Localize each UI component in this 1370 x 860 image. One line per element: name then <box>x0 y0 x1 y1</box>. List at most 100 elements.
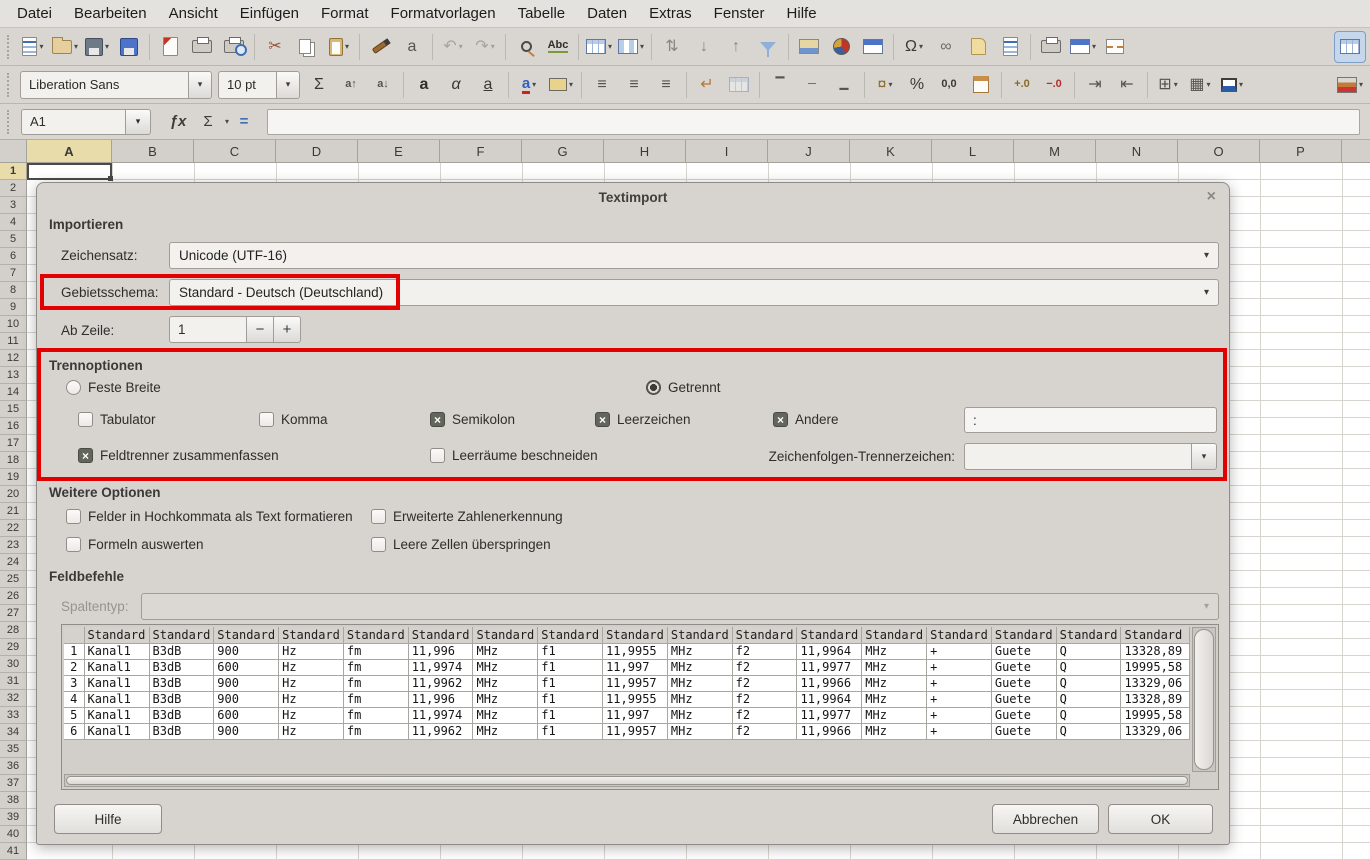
preview-column-header[interactable]: Standard <box>84 627 149 643</box>
sort-icon[interactable]: ⇅ <box>657 32 687 62</box>
chevron-down-icon[interactable]: ▾ <box>74 42 78 51</box>
insert-rows-icon[interactable]: ▾ <box>584 32 614 62</box>
formula-input[interactable] <box>267 109 1360 135</box>
row-header-35[interactable]: 35 <box>0 741 27 758</box>
clone-formatting-icon[interactable] <box>365 32 395 62</box>
row-header-24[interactable]: 24 <box>0 554 27 571</box>
column-header-m[interactable]: M <box>1014 140 1096 163</box>
menu-item-datei[interactable]: Datei <box>6 0 63 27</box>
percent-format-icon[interactable]: % <box>902 70 932 100</box>
border-color-icon[interactable]: ▾ <box>1217 70 1247 100</box>
tab-checkbox[interactable]: Tabulator <box>78 412 156 427</box>
checkbox-icon[interactable]: × <box>773 412 788 427</box>
checkbox-icon[interactable]: × <box>430 412 445 427</box>
string-delimiter-combobox[interactable]: ▾ <box>964 443 1217 470</box>
align-bottom-icon[interactable]: ▁ <box>829 70 859 100</box>
row-header-23[interactable]: 23 <box>0 537 27 554</box>
select-all-corner[interactable] <box>0 140 27 163</box>
font-name-value[interactable]: Liberation Sans <box>20 71 188 99</box>
name-box[interactable]: A1 ▾ <box>21 109 151 135</box>
preview-column-header[interactable]: Standard <box>149 627 214 643</box>
row-header-32[interactable]: 32 <box>0 690 27 707</box>
align-center-icon[interactable]: ≡ <box>619 70 649 100</box>
column-header-j[interactable]: J <box>768 140 850 163</box>
sum-icon[interactable]: Σ <box>195 109 221 135</box>
column-header-n[interactable]: N <box>1096 140 1178 163</box>
radio-icon[interactable] <box>646 380 661 395</box>
align-right-icon[interactable]: ≡ <box>651 70 681 100</box>
autofilter-icon[interactable] <box>753 32 783 62</box>
row-header-3[interactable]: 3 <box>0 197 27 214</box>
preview-vertical-scrollbar[interactable] <box>1192 627 1216 772</box>
add-decimal-icon[interactable]: +.0 <box>1007 70 1037 100</box>
chevron-down-icon[interactable]: ▾ <box>640 42 644 51</box>
chevron-down-icon[interactable]: ▾ <box>532 80 536 89</box>
row-header-31[interactable]: 31 <box>0 673 27 690</box>
toolbar-grip[interactable] <box>7 110 14 134</box>
save-icon[interactable]: ▾ <box>82 32 112 62</box>
menu-item-formatvorlagen[interactable]: Formatvorlagen <box>380 0 507 27</box>
spinner-minus-button[interactable]: − <box>247 316 274 343</box>
row-header-10[interactable]: 10 <box>0 316 27 333</box>
spelling-icon[interactable]: Abc <box>543 32 573 62</box>
selected-cell-a1[interactable] <box>27 163 112 180</box>
checkbox-icon[interactable] <box>371 509 386 524</box>
string-delimiter-value[interactable] <box>964 443 1191 470</box>
row-header-34[interactable]: 34 <box>0 724 27 741</box>
font-name-combobox[interactable]: Liberation Sans ▾ <box>20 71 212 99</box>
checkbox-icon[interactable] <box>371 537 386 552</box>
row-header-1[interactable]: 1 <box>0 163 27 180</box>
row-header-14[interactable]: 14 <box>0 384 27 401</box>
date-format-icon[interactable] <box>966 70 996 100</box>
chevron-down-icon[interactable]: ▾ <box>459 42 463 51</box>
menu-item-ansicht[interactable]: Ansicht <box>158 0 229 27</box>
column-header-g[interactable]: G <box>522 140 604 163</box>
chevron-down-icon[interactable]: ▾ <box>345 42 349 51</box>
row-header-6[interactable]: 6 <box>0 248 27 265</box>
row-header-4[interactable]: 4 <box>0 214 27 231</box>
toolbar-grip[interactable] <box>7 35 14 59</box>
preview-column-header[interactable]: Standard <box>732 627 797 643</box>
hyperlink-icon[interactable]: ∞ <box>931 32 961 62</box>
preview-column-header[interactable]: Standard <box>214 627 279 643</box>
preview-column-header[interactable]: Standard <box>279 627 344 643</box>
row-header-21[interactable]: 21 <box>0 503 27 520</box>
spinner-plus-button[interactable]: + <box>274 316 301 343</box>
cell-reference[interactable]: A1 <box>21 109 125 135</box>
special-character-icon[interactable]: Ω▾ <box>899 32 929 62</box>
row-header-25[interactable]: 25 <box>0 571 27 588</box>
cut-icon[interactable]: ✂ <box>260 32 290 62</box>
column-header-b[interactable]: B <box>112 140 194 163</box>
insert-chart-icon[interactable] <box>826 32 856 62</box>
chevron-down-icon[interactable]: ▾ <box>1092 42 1096 51</box>
underline-icon[interactable]: a <box>473 70 503 100</box>
column-header-d[interactable]: D <box>276 140 358 163</box>
row-header-13[interactable]: 13 <box>0 367 27 384</box>
row-header-11[interactable]: 11 <box>0 333 27 350</box>
toolbar-grip[interactable] <box>7 73 14 97</box>
locale-combobox[interactable]: Standard - Deutsch (Deutschland) ▾ <box>169 279 1219 306</box>
preview-column-header[interactable]: Standard <box>408 627 473 643</box>
cancel-button[interactable]: Abbrechen <box>992 804 1099 834</box>
find-replace-icon[interactable] <box>511 32 541 62</box>
preview-column-header[interactable]: Standard <box>927 627 992 643</box>
insert-columns-icon[interactable]: ▾ <box>616 32 646 62</box>
menu-item-einfügen[interactable]: Einfügen <box>229 0 310 27</box>
border-style-icon[interactable]: ▦▾ <box>1185 70 1215 100</box>
row-header-5[interactable]: 5 <box>0 231 27 248</box>
chevron-down-icon[interactable]: ▾ <box>125 109 151 135</box>
checkbox-icon[interactable] <box>78 412 93 427</box>
decrease-indent-icon[interactable]: ⇤ <box>1112 70 1142 100</box>
chevron-down-icon[interactable]: ▾ <box>888 80 892 89</box>
row-header-33[interactable]: 33 <box>0 707 27 724</box>
row-header-20[interactable]: 20 <box>0 486 27 503</box>
sort-ascending-icon[interactable]: ↑ <box>721 32 751 62</box>
sidebar-icon[interactable] <box>1335 32 1365 62</box>
checkbox-icon[interactable] <box>66 537 81 552</box>
checkbox-icon[interactable] <box>259 412 274 427</box>
radio-icon[interactable] <box>66 380 81 395</box>
open-icon[interactable]: ▾ <box>50 32 80 62</box>
highlight-color-icon[interactable]: ▾ <box>546 70 576 100</box>
checkbox-icon[interactable]: × <box>595 412 610 427</box>
equals-icon[interactable]: = <box>231 109 257 135</box>
